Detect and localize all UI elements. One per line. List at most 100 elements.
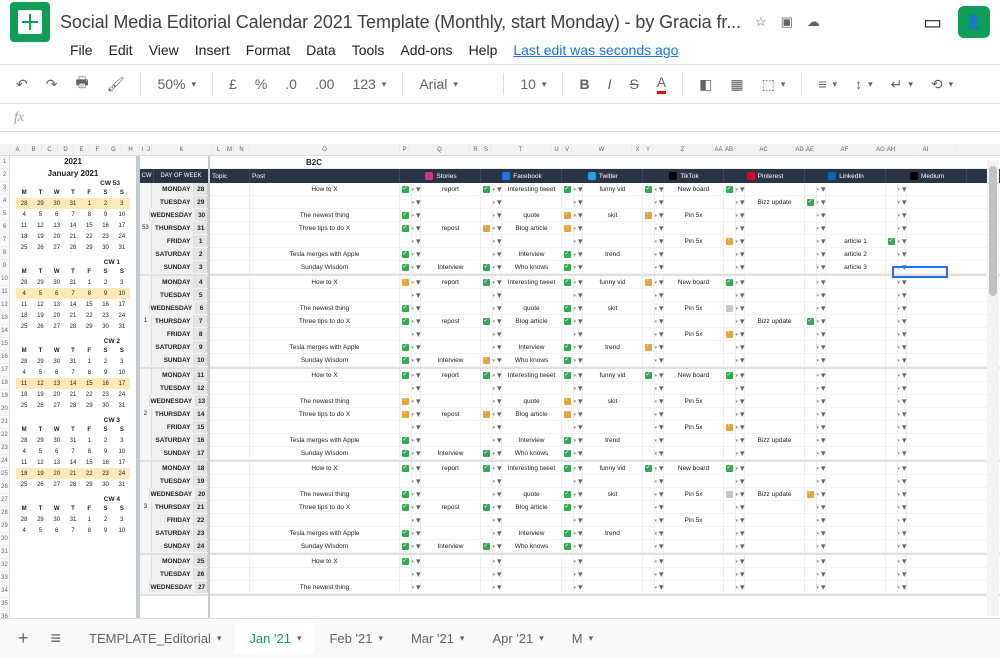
content-row[interactable]: Three tips to do X repost Blog article	[210, 408, 1000, 421]
twitter-cell[interactable]	[502, 514, 562, 526]
status-checkbox[interactable]	[483, 318, 490, 325]
bold-button[interactable]: B	[573, 72, 595, 96]
post-cell[interactable]: Sunday Wisdom	[250, 354, 400, 366]
pinterest-cell[interactable]	[664, 196, 724, 208]
linkedin-cell[interactable]	[745, 501, 805, 513]
tiktok-cell[interactable]	[583, 581, 643, 593]
status-checkbox[interactable]	[483, 372, 490, 379]
linkedin-cell[interactable]	[745, 540, 805, 552]
medium-cell[interactable]	[826, 501, 886, 513]
rotate-button[interactable]: ⟲	[925, 72, 959, 97]
menu-help[interactable]: Help	[469, 42, 498, 58]
post-cell[interactable]	[250, 196, 400, 208]
twitter-cell[interactable]	[502, 235, 562, 247]
linkedin-cell[interactable]	[745, 581, 805, 593]
status-checkbox[interactable]	[564, 186, 571, 193]
twitter-cell[interactable]: Who knows	[502, 540, 562, 552]
formula-input[interactable]	[38, 104, 1000, 131]
post-cell[interactable]: Sunday Wisdom	[250, 540, 400, 552]
tiktok-cell[interactable]: trend	[583, 527, 643, 539]
add-sheet-button[interactable]: +	[10, 624, 37, 653]
content-row[interactable]: The newest thing quote skit Pin 5x Bizz …	[210, 488, 1000, 501]
all-sheets-button[interactable]: ≡	[43, 624, 70, 653]
tiktok-cell[interactable]: skit	[583, 302, 643, 314]
status-checkbox[interactable]	[564, 398, 571, 405]
week-day-row[interactable]: MONDAY28	[140, 183, 208, 196]
twitter-cell[interactable]	[502, 196, 562, 208]
medium-cell[interactable]	[826, 354, 886, 366]
facebook-cell[interactable]	[421, 289, 481, 301]
medium-cell[interactable]	[826, 434, 886, 446]
font-size-dropdown[interactable]: 10	[514, 72, 552, 96]
twitter-cell[interactable]: quote	[502, 209, 562, 221]
content-row[interactable]: Three tips to do X repost Blog article	[210, 222, 1000, 235]
pinterest-cell[interactable]	[664, 315, 724, 327]
tiktok-cell[interactable]	[583, 421, 643, 433]
pinterest-cell[interactable]: New board	[664, 276, 724, 288]
twitter-cell[interactable]: quote	[502, 395, 562, 407]
week-day-row[interactable]: MONDAY25	[140, 555, 208, 568]
week-day-row[interactable]: SUNDAY10	[140, 354, 208, 367]
medium-cell[interactable]	[826, 568, 886, 580]
medium-cell[interactable]	[826, 196, 886, 208]
pinterest-cell[interactable]	[664, 447, 724, 459]
wrap-button[interactable]: ↵	[885, 72, 919, 97]
tiktok-cell[interactable]: skit	[583, 395, 643, 407]
week-day-row[interactable]: WEDNESDAY6	[140, 302, 208, 315]
content-row[interactable]	[210, 382, 1000, 395]
status-checkbox[interactable]	[402, 212, 409, 219]
content-row[interactable]: Tesla merges with Apple Interview trend	[210, 341, 1000, 354]
status-checkbox[interactable]	[726, 465, 733, 472]
week-day-row[interactable]: SATURDAY9	[140, 341, 208, 354]
pinterest-cell[interactable]: New board	[664, 369, 724, 381]
tiktok-cell[interactable]: trend	[583, 341, 643, 353]
content-row[interactable]: How to X report Interesting tweet funny …	[210, 462, 1000, 475]
linkedin-cell[interactable]	[745, 408, 805, 420]
pinterest-cell[interactable]	[664, 434, 724, 446]
week-day-row[interactable]: FRIDAY15	[140, 421, 208, 434]
post-cell[interactable]: Tesla merges with Apple	[250, 248, 400, 260]
linkedin-cell[interactable]	[745, 289, 805, 301]
facebook-cell[interactable]	[421, 328, 481, 340]
increase-decimal-button[interactable]: .00	[309, 72, 340, 96]
post-cell[interactable]: Three tips to do X	[250, 501, 400, 513]
pinterest-cell[interactable]: Pin 5x	[664, 488, 724, 500]
week-day-row[interactable]: TUESDAY19	[140, 475, 208, 488]
post-cell[interactable]	[250, 382, 400, 394]
post-cell[interactable]	[250, 475, 400, 487]
tiktok-cell[interactable]	[583, 447, 643, 459]
linkedin-cell[interactable]	[745, 183, 805, 195]
borders-button[interactable]: ▦	[724, 72, 749, 97]
week-day-row[interactable]: MONDAY18	[140, 462, 208, 475]
content-row[interactable]: Three tips to do X repost Blog article B…	[210, 315, 1000, 328]
linkedin-cell[interactable]	[745, 527, 805, 539]
week-day-row[interactable]: TUESDAY5	[140, 289, 208, 302]
status-checkbox[interactable]	[402, 318, 409, 325]
medium-cell[interactable]	[826, 555, 886, 567]
content-row[interactable]: The newest thing quote skit Pin 5x	[210, 302, 1000, 315]
content-row[interactable]: The newest thing quote skit Pin 5x	[210, 395, 1000, 408]
undo-button[interactable]: ↶	[10, 72, 34, 97]
linkedin-cell[interactable]	[745, 341, 805, 353]
linkedin-cell[interactable]	[745, 276, 805, 288]
status-checkbox[interactable]	[402, 411, 409, 418]
medium-cell[interactable]: article 3	[826, 261, 886, 273]
status-checkbox[interactable]	[645, 279, 652, 286]
content-row[interactable]: How to X report Interesting tweet funny …	[210, 183, 1000, 196]
status-checkbox[interactable]	[402, 305, 409, 312]
status-checkbox[interactable]	[402, 491, 409, 498]
content-row[interactable]: How to X report Interesting tweet funny …	[210, 276, 1000, 289]
week-day-row[interactable]: SATURDAY2	[140, 248, 208, 261]
linkedin-cell[interactable]: Bizz update	[745, 488, 805, 500]
week-day-row[interactable]: MONDAY4	[140, 276, 208, 289]
menu-view[interactable]: View	[149, 42, 179, 58]
post-cell[interactable]: The newest thing	[250, 395, 400, 407]
week-day-row[interactable]: 2THURSDAY14	[140, 408, 208, 421]
sheet-tab[interactable]: Jan '21▾	[235, 623, 315, 654]
status-checkbox[interactable]	[483, 186, 490, 193]
medium-cell[interactable]	[826, 382, 886, 394]
pinterest-cell[interactable]	[664, 475, 724, 487]
status-checkbox[interactable]	[726, 424, 733, 431]
status-checkbox[interactable]	[726, 238, 733, 245]
status-checkbox[interactable]	[402, 398, 409, 405]
